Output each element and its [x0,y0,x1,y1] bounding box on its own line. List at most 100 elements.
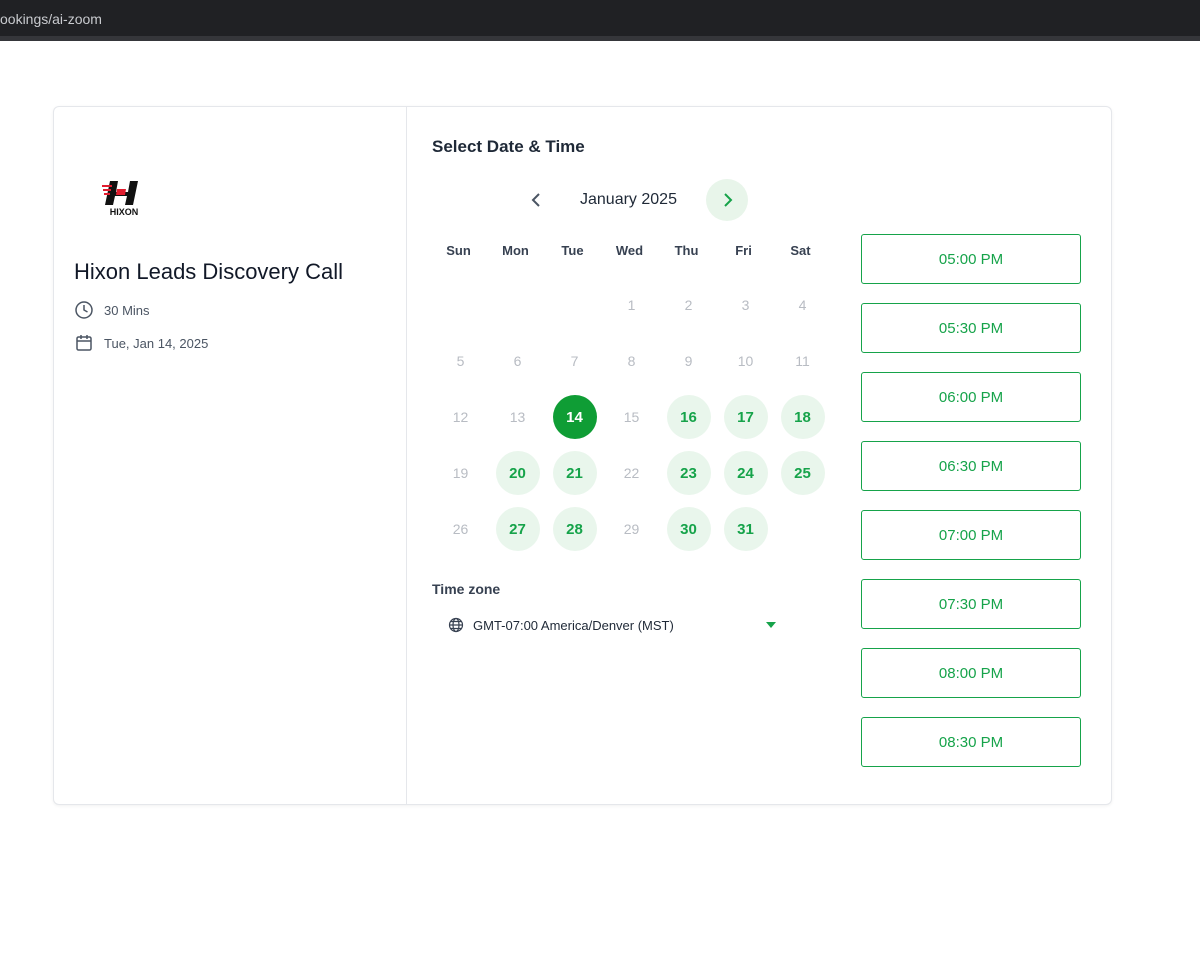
hixon-logo: HIXON [102,181,139,217]
calendar-day: 15 [603,389,660,445]
calendar-day-number: 18 [780,395,825,439]
time-slot-button[interactable]: 07:00 PM [861,510,1081,560]
calendar-day-number: 26 [452,521,469,537]
calendar-day-number: 25 [780,451,825,495]
time-slot-button[interactable]: 08:30 PM [861,717,1081,767]
calendar-day-number: 6 [513,353,522,369]
section-title: Select Date & Time [432,137,585,156]
calendar-day: 11 [774,333,831,389]
calendar-day-number: 8 [627,353,636,369]
booking-card: HIXON Hixon Leads Discovery Call 30 Mins… [53,106,1112,805]
event-duration: 30 Mins [74,300,150,320]
calendar-day: 9 [660,333,717,389]
calendar-day-number: 20 [495,451,540,495]
calendar-day: 12 [432,389,489,445]
calendar-day-number: 4 [798,297,807,313]
calendar-day-number: 21 [552,451,597,495]
calendar-day-number: 3 [741,297,750,313]
calendar-day[interactable]: 20 [489,445,546,501]
calendar-day[interactable]: 30 [660,501,717,557]
calendar-day: 1 [603,277,660,333]
weekday-header: Sun Mon Tue Wed Thu Fri Sat [430,243,829,258]
calendar-day-number: 10 [737,353,754,369]
calendar-icon [76,335,92,351]
calendar-day[interactable]: 16 [660,389,717,445]
globe-icon [448,617,464,633]
calendar-day-number: 17 [723,395,768,439]
calendar-day[interactable]: 21 [546,445,603,501]
time-slot-button[interactable]: 06:30 PM [861,441,1081,491]
timezone-label: Time zone [432,581,501,597]
event-details-panel: HIXON Hixon Leads Discovery Call 30 Mins… [54,107,407,804]
date-time-panel: Select Date & Time January 2025 Sun Mon Tu… [408,107,1111,804]
calendar-day-number: 16 [666,395,711,439]
calendar-day[interactable]: 31 [717,501,774,557]
browser-address-bar: ookings/ai-zoom [0,0,1200,41]
chevron-left-icon [531,193,540,207]
calendar-day-number: 14 [552,395,597,439]
weekday-label: Wed [615,243,644,258]
chevron-right-icon [724,193,733,207]
calendar-day: 4 [774,277,831,333]
duration-text: 30 Mins [104,302,150,318]
event-title: Hixon Leads Discovery Call [74,259,343,284]
calendar-day: 29 [603,501,660,557]
clock-icon [75,301,93,319]
calendar-day: 7 [546,333,603,389]
time-slot-button[interactable]: 06:00 PM [861,372,1081,422]
logo-text: HIXON [110,207,139,217]
caret-down-icon [766,622,776,628]
calendar-day-number: 9 [684,353,693,369]
calendar-day[interactable]: 17 [717,389,774,445]
weekday-label: Thu [674,243,699,258]
calendar-day[interactable]: 18 [774,389,831,445]
weekday-label: Mon [502,243,529,258]
weekday-label: Sat [790,243,811,258]
calendar-day-number: 2 [684,297,693,313]
calendar-day-number: 11 [795,353,810,369]
calendar-day-number: 19 [452,465,469,481]
time-slot-button[interactable]: 05:30 PM [861,303,1081,353]
weekday-label: Tue [561,243,584,258]
time-slot-button[interactable]: 07:30 PM [861,579,1081,629]
weekday-label: Fri [735,243,752,258]
calendar-day[interactable]: 24 [717,445,774,501]
time-slot-button[interactable]: 08:00 PM [861,648,1081,698]
previous-month-button[interactable] [516,179,558,221]
month-navigation: January 2025 [516,179,756,221]
calendar-day: 26 [432,501,489,557]
calendar-blank-cell [489,277,546,333]
calendar-day[interactable]: 27 [489,501,546,557]
calendar-day[interactable]: 23 [660,445,717,501]
calendar-day-number: 31 [723,507,768,551]
calendar-day: 8 [603,333,660,389]
calendar-day-number: 22 [623,465,640,481]
calendar-blank-cell [546,277,603,333]
calendar-day: 5 [432,333,489,389]
time-slot-button[interactable]: 05:00 PM [861,234,1081,284]
month-label: January 2025 [580,191,677,208]
calendar-day-selected[interactable]: 14 [546,389,603,445]
calendar-day-number: 13 [509,409,526,425]
calendar-day-number: 28 [552,507,597,551]
calendar-day: 3 [717,277,774,333]
calendar-day-number: 12 [452,409,469,425]
calendar-day: 19 [432,445,489,501]
next-month-button[interactable] [706,179,748,221]
calendar-day-number: 30 [666,507,711,551]
browser-url[interactable]: ookings/ai-zoom [0,11,102,27]
timezone-select[interactable]: GMT-07:00 America/Denver (MST) [448,612,778,638]
timezone-value: GMT-07:00 America/Denver (MST) [473,617,674,633]
calendar-day[interactable]: 28 [546,501,603,557]
weekday-label: Sun [446,243,471,258]
calendar-day: 6 [489,333,546,389]
event-date: Tue, Jan 14, 2025 [74,333,208,353]
calendar-day: 10 [717,333,774,389]
calendar-day[interactable]: 25 [774,445,831,501]
calendar-day-number: 27 [495,507,540,551]
calendar-day-number: 5 [456,353,465,369]
calendar-day-number: 24 [723,451,768,495]
date-text: Tue, Jan 14, 2025 [104,335,209,351]
time-slot-list: 05:00 PM 05:30 PM 06:00 PM 06:30 PM 07:00 PM… [861,234,1081,767]
calendar-grid: 1 2 3 4 5 6 7 8 9 10 11 12 13 14 15 16 17 18 19 20 21 22 23 24 2… [432,277,831,557]
